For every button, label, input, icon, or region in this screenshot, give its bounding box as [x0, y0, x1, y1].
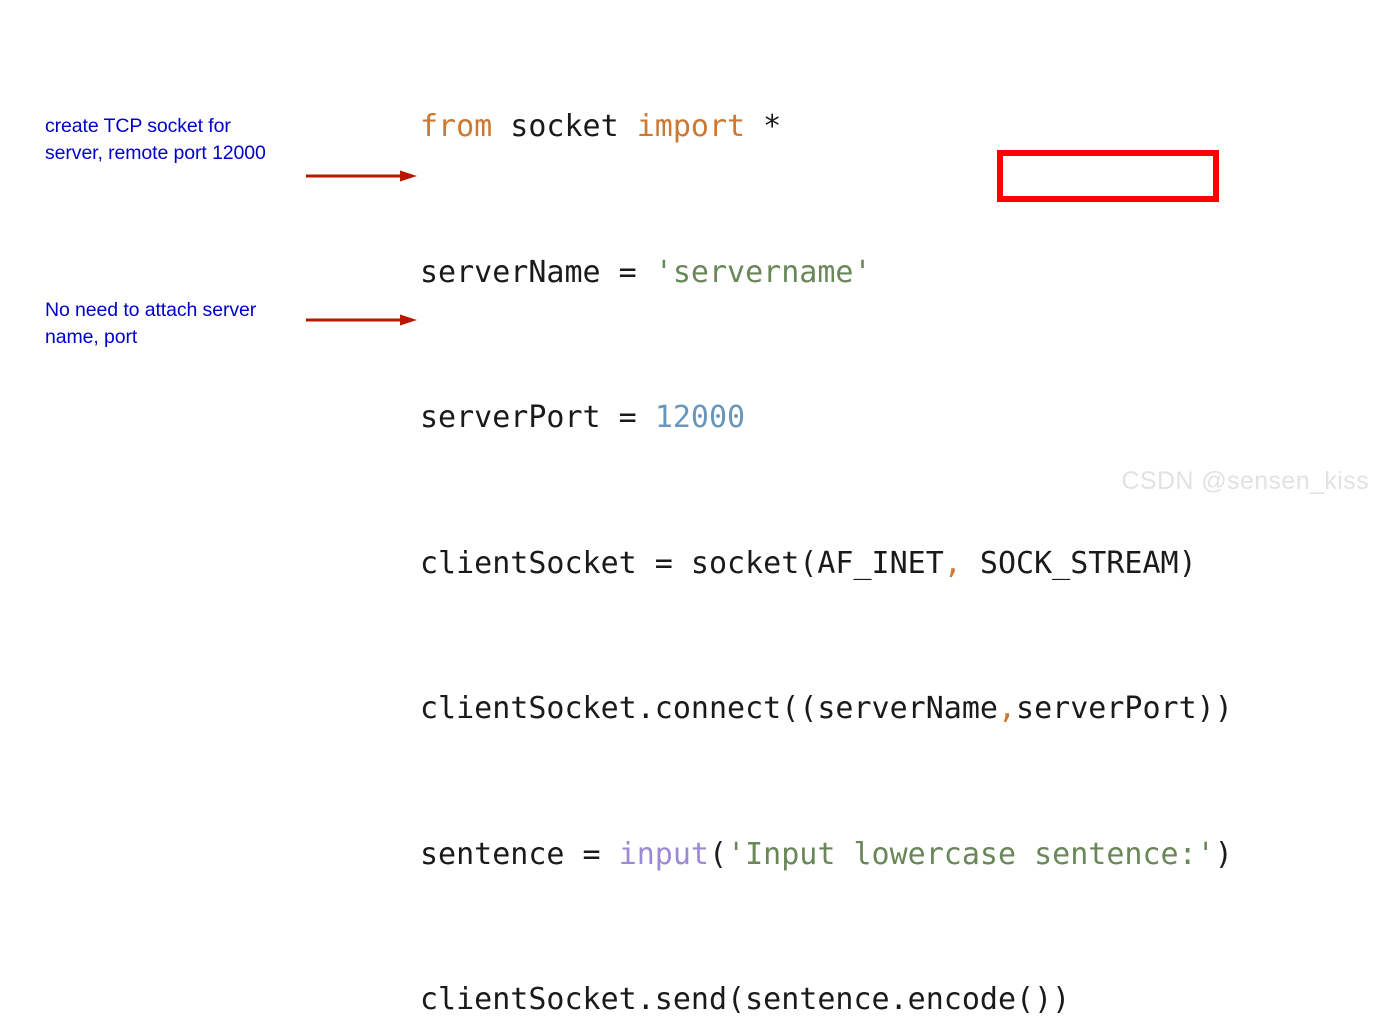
code-token-punc: ,: [997, 691, 1017, 726]
code-line-5: clientSocket.connect((serverName,serverP…: [420, 685, 1287, 734]
code-token-builtin: input: [618, 836, 709, 872]
code-line-7: clientSocket.send(sentence.encode()): [420, 976, 1287, 1016]
code-token-plain: clientSocket.send(sentence.encode()): [420, 982, 1071, 1016]
code-token-plain: clientSocket.connect((serverName: [420, 691, 998, 726]
annotation-arrow-2: [306, 314, 417, 326]
csdn-watermark: CSDN @sensen_kiss: [1121, 467, 1369, 495]
code-token-plain: SOCK_STREAM): [961, 545, 1197, 581]
code-token-plain: *: [745, 109, 782, 144]
code-token-plain: serverName =: [420, 254, 655, 290]
code-line-1: from socket import *: [420, 103, 1287, 152]
code-token-str: 'servername': [654, 254, 872, 290]
code-token-str: 'Input lowercase sentence:': [727, 836, 1215, 872]
annotation-no-need-attach-server: No need to attach server name, port: [45, 299, 257, 348]
code-line-3: serverPort = 12000: [420, 394, 1287, 443]
code-token-plain: ): [1214, 836, 1233, 872]
code-line-4: clientSocket = socket(AF_INET, SOCK_STRE…: [420, 540, 1287, 589]
code-token-punc: ,: [943, 545, 962, 581]
code-token-plain: sentence =: [420, 836, 619, 872]
code-token-plain: socket: [492, 109, 637, 144]
code-line-6: sentence = input('Input lowercase senten…: [420, 831, 1287, 880]
code-token-kw: from: [420, 109, 493, 144]
slide-canvas: from socket import * serverName = 'serve…: [0, 0, 1383, 1016]
annotation-arrow-1: [306, 170, 417, 182]
code-token-plain: clientSocket = socket(AF_INET: [420, 545, 944, 581]
code-block: from socket import * serverName = 'serve…: [420, 6, 1287, 1016]
code-token-plain: serverPort)): [1016, 691, 1233, 726]
code-token-plain: serverPort =: [420, 400, 655, 435]
code-token-plain: (: [709, 836, 728, 872]
code-line-2: serverName = 'servername': [420, 249, 1287, 298]
annotation-create-tcp-socket: create TCP socket for server, remote por…: [45, 115, 266, 164]
code-token-num: 12000: [654, 400, 746, 435]
code-token-kw: import: [636, 109, 746, 144]
